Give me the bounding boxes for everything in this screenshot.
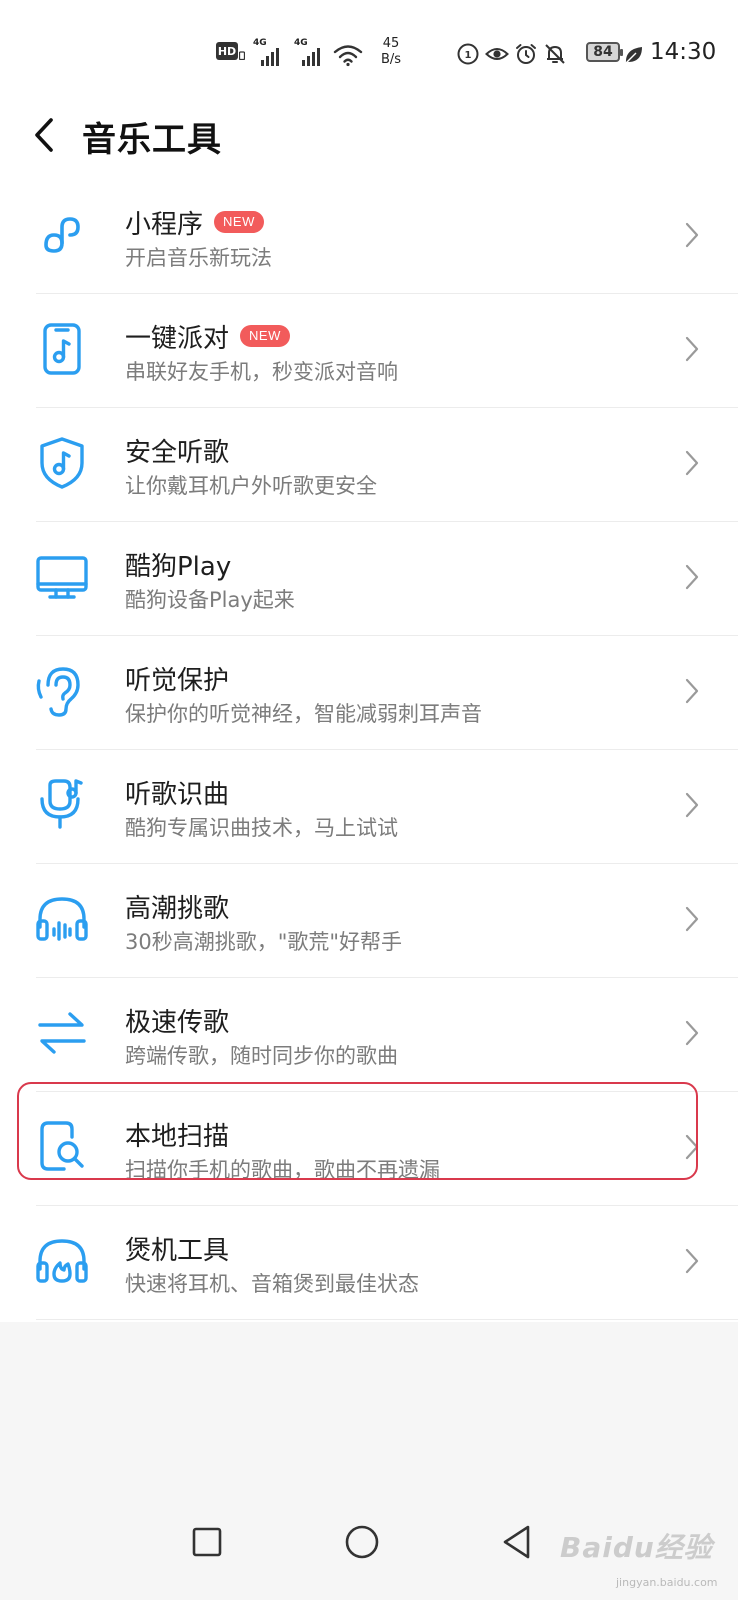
triangle-back-icon <box>503 1525 530 1559</box>
tool-item-burn-in[interactable]: 煲机工具 快速将耳机、音箱煲到最佳状态 <box>0 1206 738 1320</box>
chevron-right-icon <box>685 678 699 704</box>
svg-text:1: 1 <box>465 50 472 61</box>
chevron-right-icon <box>685 564 699 590</box>
back-button[interactable] <box>22 110 66 160</box>
eye-icon <box>485 48 509 60</box>
signal-1-icon: 4G <box>253 38 287 66</box>
tool-title: 一键派对 <box>125 323 230 354</box>
battery-level: 84 <box>586 42 623 62</box>
monitor-icon <box>36 556 88 599</box>
tool-title: 高潮挑歌 <box>125 893 230 924</box>
network-tag-2: 4G <box>294 38 308 48</box>
chevron-right-icon <box>685 1248 699 1274</box>
chevron-right-icon <box>685 1134 699 1160</box>
watermark-url: jingyan.baidu.com <box>616 1576 718 1589</box>
chevron-right-icon <box>685 222 699 248</box>
tool-subtitle: 开启音乐新玩法 <box>125 246 272 270</box>
mute-bell-icon <box>545 44 565 64</box>
headphones-flame-icon <box>36 1239 88 1283</box>
circle-icon <box>345 1525 379 1559</box>
alarm-icon <box>516 44 536 64</box>
tool-subtitle: 快速将耳机、音箱煲到最佳状态 <box>125 1272 419 1296</box>
leaf-icon <box>625 47 642 64</box>
data-saver-icon: 1 <box>457 43 479 65</box>
wifi-icon <box>333 45 363 67</box>
tool-subtitle: 跨端传歌，随时同步你的歌曲 <box>125 1044 398 1068</box>
chevron-right-icon <box>685 906 699 932</box>
mini-program-icon <box>44 217 80 253</box>
tool-item-hearing-protection[interactable]: 听觉保护 保护你的听觉神经，智能减弱刺耳声音 <box>0 636 738 750</box>
lock-small-icon <box>239 51 245 60</box>
tool-item-safe-listening[interactable]: 安全听歌 让你戴耳机户外听歌更安全 <box>0 408 738 522</box>
recent-apps-button[interactable] <box>177 1512 237 1572</box>
shield-music-icon <box>40 437 84 489</box>
divider <box>36 1319 738 1320</box>
phone-search-icon <box>40 1121 84 1171</box>
chevron-right-icon <box>685 336 699 362</box>
tool-title: 酷狗Play <box>125 551 232 582</box>
clock-time: 14:30 <box>650 39 717 65</box>
tool-subtitle: 扫描你手机的歌曲，歌曲不再遗漏 <box>125 1158 440 1182</box>
tool-title: 本地扫描 <box>125 1121 230 1152</box>
tool-subtitle: 酷狗专属识曲技术，马上试试 <box>125 816 398 840</box>
square-icon <box>192 1527 222 1557</box>
tool-subtitle: 串联好友手机，秒变派对音响 <box>125 360 398 384</box>
tool-title: 煲机工具 <box>125 1235 230 1266</box>
transfer-arrows-icon <box>38 1012 86 1054</box>
tool-item-fast-transfer[interactable]: 极速传歌 跨端传歌，随时同步你的歌曲 <box>0 978 738 1092</box>
tool-list: 小程序 NEW 开启音乐新玩法 一键派对 NEW 串联好友手机，秒变派对音响 安… <box>0 180 738 1320</box>
tool-title: 小程序 <box>125 209 204 240</box>
tool-subtitle: 让你戴耳机户外听歌更安全 <box>125 474 377 498</box>
tool-subtitle: 酷狗设备Play起来 <box>125 588 295 612</box>
ear-icon <box>36 667 80 717</box>
tool-item-kugou-play[interactable]: 酷狗Play 酷狗设备Play起来 <box>0 522 738 636</box>
tool-item-local-scan[interactable]: 本地扫描 扫描你手机的歌曲，歌曲不再遗漏 <box>0 1092 738 1206</box>
tool-item-party[interactable]: 一键派对 NEW 串联好友手机，秒变派对音响 <box>0 294 738 408</box>
system-nav-bar: Baidu经验 jingyan.baidu.com <box>0 1500 738 1600</box>
page-header: 音乐工具 <box>0 100 738 170</box>
tool-title: 听觉保护 <box>125 665 230 696</box>
home-button[interactable] <box>332 1512 392 1572</box>
network-tag-1: 4G <box>253 38 267 48</box>
tool-title: 极速传歌 <box>125 1007 230 1038</box>
page-title: 音乐工具 <box>82 120 222 160</box>
tool-item-mini-program[interactable]: 小程序 NEW 开启音乐新玩法 <box>0 180 738 294</box>
speed-unit: B/s <box>380 52 402 67</box>
back-nav-button[interactable] <box>487 1512 547 1572</box>
headphones-wave-icon <box>36 897 88 941</box>
back-arrow-icon <box>35 118 53 152</box>
status-bar: HD 4G 4G 45 B/s 1 84 14:30 <box>0 30 738 76</box>
tool-subtitle: 30秒高潮挑歌，"歌荒"好帮手 <box>125 930 403 954</box>
mic-music-icon <box>40 779 83 829</box>
tool-title: 安全听歌 <box>125 437 230 468</box>
tool-item-song-recognition[interactable]: 听歌识曲 酷狗专属识曲技术，马上试试 <box>0 750 738 864</box>
speed-value: 45 <box>382 36 400 51</box>
new-badge: NEW <box>214 211 264 233</box>
phone-music-icon <box>43 323 81 375</box>
hd-badge: HD <box>216 42 238 60</box>
tool-subtitle: 保护你的听觉神经，智能减弱刺耳声音 <box>125 702 482 726</box>
tool-item-climax-pick[interactable]: 高潮挑歌 30秒高潮挑歌，"歌荒"好帮手 <box>0 864 738 978</box>
network-speed: 45 B/s <box>376 36 406 68</box>
signal-2-icon: 4G <box>294 38 328 66</box>
chevron-right-icon <box>685 450 699 476</box>
chevron-right-icon <box>685 1020 699 1046</box>
new-badge: NEW <box>240 325 290 347</box>
baidu-watermark: Baidu经验 <box>560 1531 713 1564</box>
tool-title: 听歌识曲 <box>125 779 230 810</box>
chevron-right-icon <box>685 792 699 818</box>
